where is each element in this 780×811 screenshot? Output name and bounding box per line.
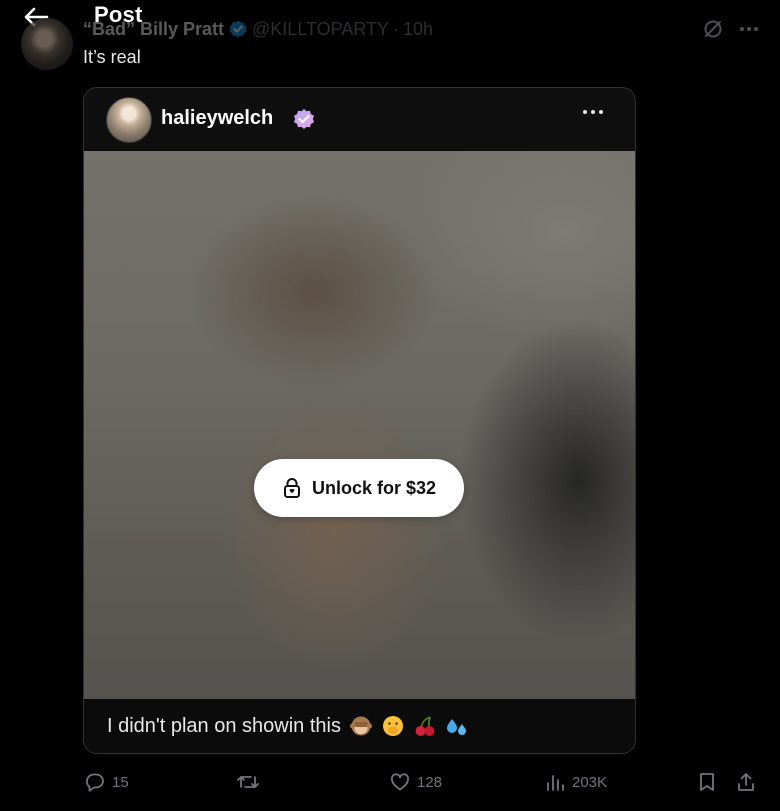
caption-text: I didn't plan on showin this — [107, 714, 341, 737]
verified-badge-icon — [292, 107, 316, 131]
unlock-button[interactable]: Unlock for $32 — [254, 459, 464, 517]
page-title: Post — [94, 2, 143, 27]
like-count: 128 — [417, 773, 443, 791]
card-username[interactable]: halieywelch — [161, 107, 273, 130]
reply-count: 15 — [112, 773, 129, 791]
author-handle[interactable]: @KILLTOPARTY — [252, 19, 389, 40]
like-button[interactable]: 128 — [389, 771, 442, 793]
lock-icon — [282, 477, 302, 499]
unlock-label: Unlock for $32 — [311, 477, 437, 498]
views-count: 203K — [572, 773, 608, 791]
top-right-actions — [702, 18, 760, 40]
caption-emojis — [349, 714, 469, 738]
card-caption: I didn't plan on showin this — [84, 699, 635, 753]
repost-button[interactable] — [235, 771, 267, 793]
separator-dot: · — [393, 18, 400, 39]
bookmark-icon — [700, 773, 714, 791]
embedded-media-card[interactable]: halieywelch Unlock for $32 I didn't plan… — [83, 87, 636, 754]
card-avatar[interactable] — [106, 97, 152, 143]
more-horizontal-icon[interactable] — [738, 18, 760, 40]
tweet-text: It’s real — [83, 47, 141, 67]
repost-icon — [237, 776, 259, 788]
cherries-icon — [413, 714, 437, 738]
grok-icon[interactable] — [702, 18, 724, 40]
blurred-media: Unlock for $32 — [84, 151, 635, 699]
share-button[interactable] — [735, 771, 757, 793]
share-icon — [738, 773, 754, 791]
card-more-icon[interactable] — [583, 110, 603, 114]
face-with-hand-over-mouth-icon — [381, 714, 405, 738]
views-icon — [547, 775, 564, 791]
post-time[interactable]: 10h — [403, 19, 433, 40]
reply-button[interactable]: 15 — [84, 771, 129, 793]
card-header: halieywelch — [84, 88, 635, 151]
reply-icon — [86, 773, 104, 792]
views-button[interactable]: 203K — [544, 771, 607, 793]
bookmark-button[interactable] — [696, 771, 718, 793]
verified-icon — [228, 19, 248, 39]
post-header: “Bad” Billy Pratt @KILLTOPARTY · 10h Pos… — [0, 0, 780, 70]
sweat-droplets-icon — [445, 714, 469, 738]
heart-icon — [391, 773, 409, 791]
author-avatar[interactable] — [21, 18, 73, 70]
action-bar: 15 128 203K — [0, 766, 780, 800]
see-no-evil-monkey-icon — [349, 714, 373, 738]
